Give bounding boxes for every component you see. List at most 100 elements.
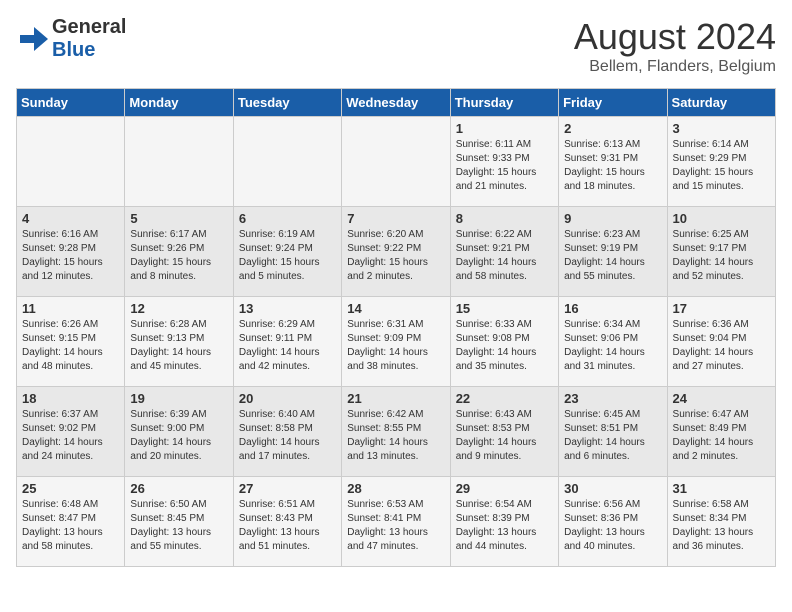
- day-number: 8: [456, 211, 553, 226]
- day-info: Sunrise: 6:51 AM Sunset: 8:43 PM Dayligh…: [239, 498, 336, 554]
- day-info: Sunrise: 6:26 AM Sunset: 9:15 PM Dayligh…: [22, 318, 119, 374]
- logo-blue: Blue: [52, 39, 95, 61]
- day-number: 31: [673, 481, 770, 496]
- day-number: 1: [456, 121, 553, 136]
- day-info: Sunrise: 6:50 AM Sunset: 8:45 PM Dayligh…: [130, 498, 227, 554]
- day-number: 22: [456, 391, 553, 406]
- day-number: 3: [673, 121, 770, 136]
- day-info: Sunrise: 6:34 AM Sunset: 9:06 PM Dayligh…: [564, 318, 661, 374]
- day-number: 28: [347, 481, 444, 496]
- day-info: Sunrise: 6:14 AM Sunset: 9:29 PM Dayligh…: [673, 138, 770, 194]
- weekday-header-friday: Friday: [559, 89, 667, 117]
- calendar-cell: [17, 117, 125, 207]
- day-info: Sunrise: 6:22 AM Sunset: 9:21 PM Dayligh…: [456, 228, 553, 284]
- day-info: Sunrise: 6:16 AM Sunset: 9:28 PM Dayligh…: [22, 228, 119, 284]
- day-number: 18: [22, 391, 119, 406]
- day-info: Sunrise: 6:19 AM Sunset: 9:24 PM Dayligh…: [239, 228, 336, 284]
- calendar-cell: 31 Sunrise: 6:58 AM Sunset: 8:34 PM Dayli…: [667, 477, 775, 567]
- day-info: Sunrise: 6:36 AM Sunset: 9:04 PM Dayligh…: [673, 318, 770, 374]
- logo: General Blue: [16, 16, 126, 62]
- weekday-header-tuesday: Tuesday: [233, 89, 341, 117]
- day-number: 16: [564, 301, 661, 316]
- day-number: 4: [22, 211, 119, 226]
- calendar-cell: 25Sunrise: 6:48 AM Sunset: 8:47 PM Dayli…: [17, 477, 125, 567]
- day-info: Sunrise: 6:56 AM Sunset: 8:36 PM Dayligh…: [564, 498, 661, 554]
- day-info: Sunrise: 6:31 AM Sunset: 9:09 PM Dayligh…: [347, 318, 444, 374]
- calendar-cell: 1 Sunrise: 6:11 AM Sunset: 9:33 PM Daylig…: [450, 117, 558, 207]
- calendar-cell: 3 Sunrise: 6:14 AM Sunset: 9:29 PM Daylig…: [667, 117, 775, 207]
- calendar-cell: 2 Sunrise: 6:13 AM Sunset: 9:31 PM Daylig…: [559, 117, 667, 207]
- logo-general: General: [52, 16, 126, 38]
- day-info: Sunrise: 6:13 AM Sunset: 9:31 PM Dayligh…: [564, 138, 661, 194]
- day-info: Sunrise: 6:58 AM Sunset: 8:34 PM Dayligh…: [673, 498, 770, 554]
- day-number: 19: [130, 391, 227, 406]
- calendar-cell: 19 Sunrise: 6:39 AM Sunset: 9:00 PM Dayli…: [125, 387, 233, 477]
- day-info: Sunrise: 6:53 AM Sunset: 8:41 PM Dayligh…: [347, 498, 444, 554]
- calendar-header: SundayMondayTuesdayWednesdayThursdayFrid…: [17, 89, 776, 117]
- day-info: Sunrise: 6:47 AM Sunset: 8:49 PM Dayligh…: [673, 408, 770, 464]
- calendar-cell: 16 Sunrise: 6:34 AM Sunset: 9:06 PM Dayli…: [559, 297, 667, 387]
- calendar-week-1: 1 Sunrise: 6:11 AM Sunset: 9:33 PM Daylig…: [17, 117, 776, 207]
- day-info: Sunrise: 6:28 AM Sunset: 9:13 PM Dayligh…: [130, 318, 227, 374]
- calendar-cell: 29 Sunrise: 6:54 AM Sunset: 8:39 PM Dayli…: [450, 477, 558, 567]
- day-number: 14: [347, 301, 444, 316]
- calendar-subtitle: Bellem, Flanders, Belgium: [574, 58, 776, 76]
- day-info: Sunrise: 6:11 AM Sunset: 9:33 PM Dayligh…: [456, 138, 553, 194]
- day-info: Sunrise: 6:42 AM Sunset: 8:55 PM Dayligh…: [347, 408, 444, 464]
- day-number: 21: [347, 391, 444, 406]
- day-number: 10: [673, 211, 770, 226]
- calendar-cell: 22Sunrise: 6:43 AM Sunset: 8:53 PM Dayli…: [450, 387, 558, 477]
- weekday-header-sunday: Sunday: [17, 89, 125, 117]
- page-header: General Blue August 2024 Bellem, Flander…: [16, 16, 776, 76]
- day-info: Sunrise: 6:29 AM Sunset: 9:11 PM Dayligh…: [239, 318, 336, 374]
- weekday-header-monday: Monday: [125, 89, 233, 117]
- calendar-title: August 2024: [574, 16, 776, 58]
- weekday-header-wednesday: Wednesday: [342, 89, 450, 117]
- day-number: 29: [456, 481, 553, 496]
- day-number: 24: [673, 391, 770, 406]
- day-number: 6: [239, 211, 336, 226]
- calendar-cell: 10 Sunrise: 6:25 AM Sunset: 9:17 PM Dayli…: [667, 207, 775, 297]
- day-info: Sunrise: 6:23 AM Sunset: 9:19 PM Dayligh…: [564, 228, 661, 284]
- calendar-cell: 17 Sunrise: 6:36 AM Sunset: 9:04 PM Dayli…: [667, 297, 775, 387]
- calendar-cell: 5Sunrise: 6:17 AM Sunset: 9:26 PM Daylig…: [125, 207, 233, 297]
- day-number: 13: [239, 301, 336, 316]
- calendar-cell: 24 Sunrise: 6:47 AM Sunset: 8:49 PM Dayli…: [667, 387, 775, 477]
- weekday-header-thursday: Thursday: [450, 89, 558, 117]
- day-number: 12: [130, 301, 227, 316]
- calendar-cell: 9 Sunrise: 6:23 AM Sunset: 9:19 PM Daylig…: [559, 207, 667, 297]
- calendar-cell: 21 Sunrise: 6:42 AM Sunset: 8:55 PM Dayli…: [342, 387, 450, 477]
- day-number: 20: [239, 391, 336, 406]
- day-number: 23: [564, 391, 661, 406]
- day-info: Sunrise: 6:48 AM Sunset: 8:47 PM Dayligh…: [22, 498, 119, 554]
- day-info: Sunrise: 6:20 AM Sunset: 9:22 PM Dayligh…: [347, 228, 444, 284]
- day-number: 9: [564, 211, 661, 226]
- day-info: Sunrise: 6:54 AM Sunset: 8:39 PM Dayligh…: [456, 498, 553, 554]
- calendar-cell: 11Sunrise: 6:26 AM Sunset: 9:15 PM Dayli…: [17, 297, 125, 387]
- calendar-cell: 4 Sunrise: 6:16 AM Sunset: 9:28 PM Daylig…: [17, 207, 125, 297]
- calendar-cell: 14 Sunrise: 6:31 AM Sunset: 9:09 PM Dayli…: [342, 297, 450, 387]
- day-number: 17: [673, 301, 770, 316]
- calendar-cell: 20Sunrise: 6:40 AM Sunset: 8:58 PM Dayli…: [233, 387, 341, 477]
- calendar-cell: 13 Sunrise: 6:29 AM Sunset: 9:11 PM Dayli…: [233, 297, 341, 387]
- calendar-cell: 6 Sunrise: 6:19 AM Sunset: 9:24 PM Daylig…: [233, 207, 341, 297]
- day-number: 26: [130, 481, 227, 496]
- calendar-cell: 18 Sunrise: 6:37 AM Sunset: 9:02 PM Dayli…: [17, 387, 125, 477]
- calendar-cell: 28 Sunrise: 6:53 AM Sunset: 8:41 PM Dayli…: [342, 477, 450, 567]
- calendar-cell: [125, 117, 233, 207]
- day-info: Sunrise: 6:45 AM Sunset: 8:51 PM Dayligh…: [564, 408, 661, 464]
- day-info: Sunrise: 6:25 AM Sunset: 9:17 PM Dayligh…: [673, 228, 770, 284]
- calendar-cell: 27Sunrise: 6:51 AM Sunset: 8:43 PM Dayli…: [233, 477, 341, 567]
- calendar-cell: 15Sunrise: 6:33 AM Sunset: 9:08 PM Dayli…: [450, 297, 558, 387]
- calendar-table: SundayMondayTuesdayWednesdayThursdayFrid…: [16, 88, 776, 567]
- calendar-cell: 23 Sunrise: 6:45 AM Sunset: 8:51 PM Dayli…: [559, 387, 667, 477]
- day-number: 30: [564, 481, 661, 496]
- day-number: 2: [564, 121, 661, 136]
- day-info: Sunrise: 6:37 AM Sunset: 9:02 PM Dayligh…: [22, 408, 119, 464]
- day-info: Sunrise: 6:39 AM Sunset: 9:00 PM Dayligh…: [130, 408, 227, 464]
- weekday-header-row: SundayMondayTuesdayWednesdayThursdayFrid…: [17, 89, 776, 117]
- calendar-week-3: 11Sunrise: 6:26 AM Sunset: 9:15 PM Dayli…: [17, 297, 776, 387]
- day-number: 15: [456, 301, 553, 316]
- calendar-week-5: 25Sunrise: 6:48 AM Sunset: 8:47 PM Dayli…: [17, 477, 776, 567]
- title-block: August 2024 Bellem, Flanders, Belgium: [574, 16, 776, 76]
